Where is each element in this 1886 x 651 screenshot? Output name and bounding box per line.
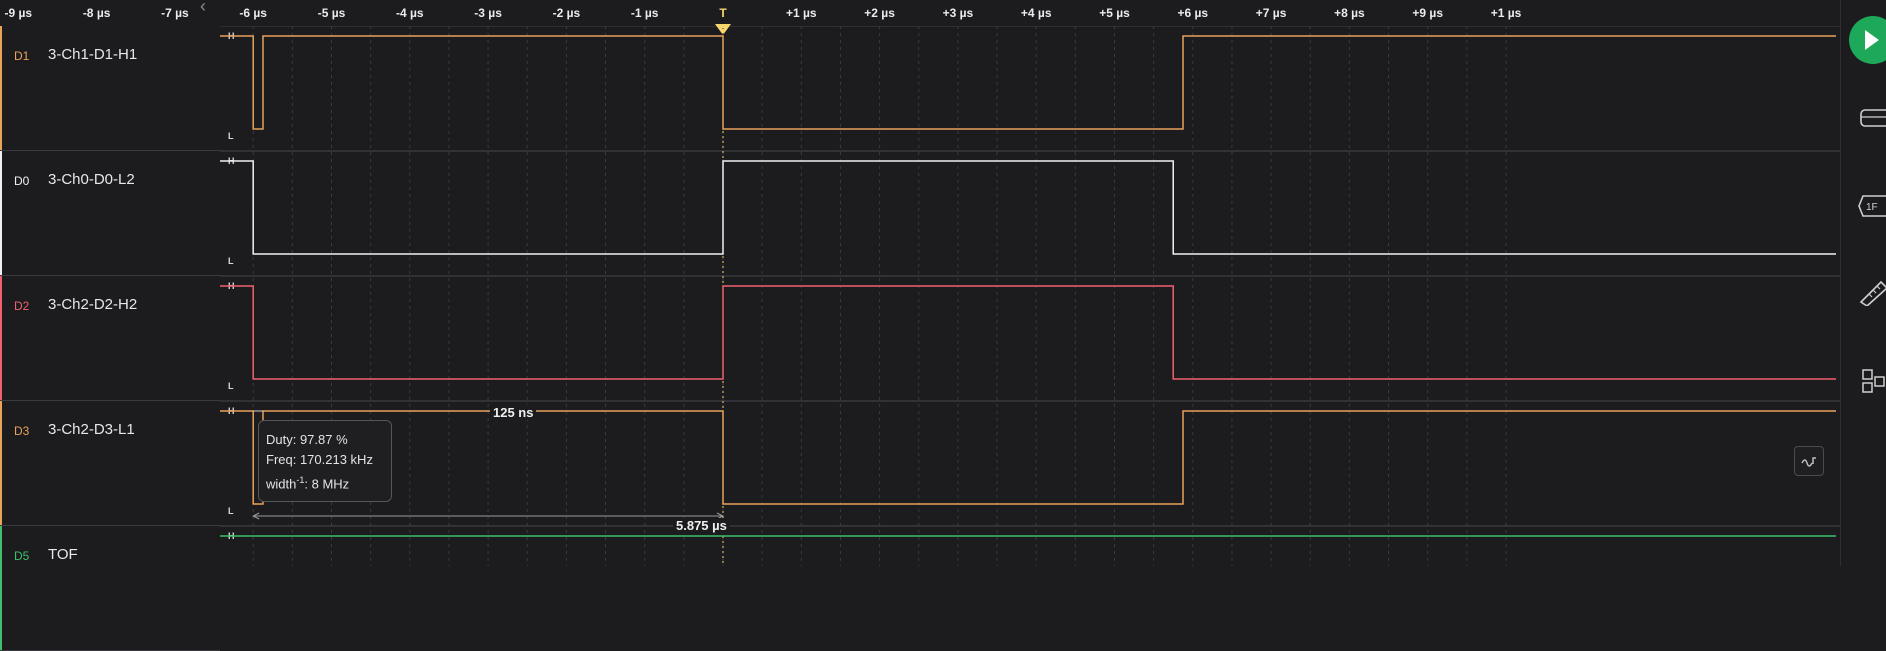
ruler-tick-label: -5 µs [317, 6, 346, 20]
ruler-tick-label: -6 µs [239, 6, 267, 20]
ruler-tick-label: -3 µs [474, 6, 502, 20]
low-level-label: L [228, 506, 234, 516]
ruler-tick-label: +9 µs [1412, 6, 1443, 20]
ruler-tick-label: -8 µs [82, 6, 111, 20]
waveform-d3[interactable] [220, 410, 1836, 505]
play-icon [1865, 30, 1879, 50]
channel-color-bar [0, 401, 2, 525]
protocol-icon[interactable]: 1F [1857, 193, 1886, 219]
ruler-tick-label: -4 µs [396, 6, 424, 20]
svg-text:1F: 1F [1866, 202, 1878, 213]
channel-tag: D3 [14, 424, 30, 438]
channel-row-d2[interactable]: D2 3-Ch2-D2-H2 [0, 276, 220, 401]
waveform-toggle-icon [1801, 457, 1816, 467]
layout-icon[interactable] [1861, 368, 1886, 396]
waveform-d0[interactable] [220, 160, 1836, 255]
freq-readout: Freq: 170.213 kHz [266, 452, 373, 467]
width-readout: width-1: 8 MHz [266, 475, 350, 492]
channel-name: 3-Ch2-D3-L1 [48, 421, 135, 438]
ruler-tick-label: +8 µs [1334, 6, 1365, 20]
channel-row-d0[interactable]: D0 3-Ch0-D0-L2 [0, 151, 220, 276]
ruler-tick-label: +1 µs [1490, 6, 1522, 20]
ruler-tick-label: +5 µs [1099, 6, 1130, 20]
waveform-d2[interactable] [220, 285, 1836, 380]
trigger-marker-label[interactable]: T [719, 6, 726, 20]
channel-name: 3-Ch2-D2-H2 [48, 296, 138, 313]
waveform-d1[interactable] [220, 35, 1836, 130]
ruler-tick-label: -2 µs [552, 6, 581, 20]
ruler-tick-label: +7 µs [1255, 6, 1287, 20]
channel-name: TOF [48, 546, 78, 563]
waveform-plot[interactable]: HLHLHLHLHL [220, 26, 1840, 566]
channel-name: 3-Ch1-D1-H1 [48, 46, 138, 63]
channel-tag: D0 [14, 174, 30, 188]
ruler-tick-label: +6 µs [1177, 6, 1209, 20]
channel-color-bar [0, 526, 2, 650]
ruler-tick-label: +4 µs [1020, 6, 1052, 20]
period-label: 5.875 µs [673, 518, 730, 533]
device-icon[interactable] [1859, 104, 1886, 132]
low-level-label: L [228, 131, 234, 141]
low-level-label: L [228, 256, 234, 266]
duty-readout: Duty: 97.87 % [266, 432, 348, 447]
low-level-label: L [228, 381, 234, 391]
pulse-width-label: 125 ns [490, 405, 537, 420]
ruler-icon[interactable] [1857, 276, 1886, 306]
channel-row-d5[interactable]: D5 TOF [0, 526, 220, 651]
ruler-tick-label: +3 µs [942, 6, 974, 20]
right-toolbar: 1F [1840, 0, 1886, 566]
time-ruler[interactable]: -9 µs -8 µs -7 µs -6 µs -5 µs -4 µs -3 µs -2 µs… [5, 0, 1840, 35]
ruler-tick-label: -7 µs [161, 6, 189, 20]
ruler-tick-label: +1 µs [785, 6, 817, 20]
channel-color-bar [0, 151, 2, 275]
channel-name: 3-Ch0-D0-L2 [48, 171, 135, 188]
channel-color-bar [0, 26, 2, 150]
channel-tag: D5 [14, 549, 30, 563]
channel-tag: D1 [14, 49, 30, 63]
ruler-tick-label: +2 µs [864, 6, 895, 20]
chevron-left-icon[interactable]: ‹ [200, 0, 206, 17]
channel-row-d1[interactable]: D1 3-Ch1-D1-H1 [0, 26, 220, 151]
channel-color-bar [0, 276, 2, 400]
channel-tag: D2 [14, 299, 30, 313]
ruler-tick-label: -1 µs [630, 6, 659, 20]
measurement-tooltip: Duty: 97.87 % Freq: 170.213 kHz width-1:… [258, 420, 392, 502]
channel-row-d3[interactable]: D3 3-Ch2-D3-L1 [0, 401, 220, 526]
ruler-tick-label: -9 µs [4, 6, 33, 20]
play-button[interactable] [1849, 16, 1886, 64]
waveform-toggle-button[interactable] [1794, 446, 1824, 476]
